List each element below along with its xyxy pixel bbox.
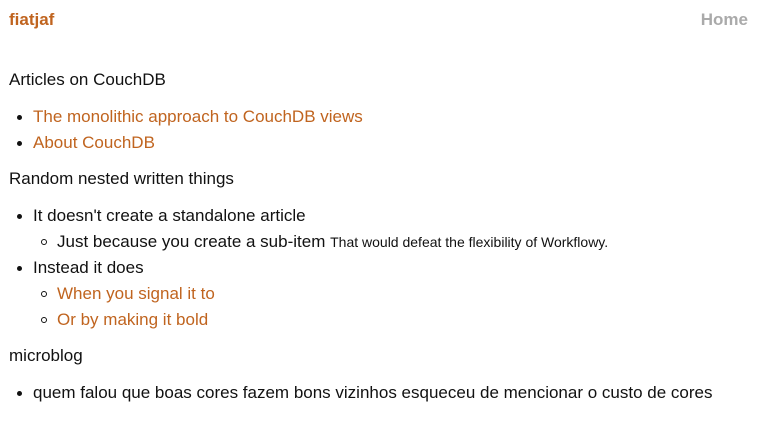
list-item: About CouchDB <box>9 130 749 156</box>
couchdb-article-list: The monolithic approach to CouchDB views… <box>9 104 749 156</box>
section-title-nested: Random nested written things <box>9 169 234 188</box>
site-brand-link[interactable]: fiatjaf <box>9 10 54 30</box>
home-link[interactable]: Home <box>701 10 748 30</box>
nested-link-bold[interactable]: Or by making it bold <box>57 310 208 329</box>
nested-sublist: Just because you create a sub-item That … <box>33 229 749 255</box>
section-title-microblog: microblog <box>9 346 83 365</box>
article-link-monolithic-views[interactable]: The monolithic approach to CouchDB views <box>33 107 363 126</box>
nested-sublist: When you signal it to Or by making it bo… <box>33 281 749 333</box>
article-link-about-couchdb[interactable]: About CouchDB <box>33 133 155 152</box>
microblog-entry-text: quem falou que boas cores fazem bons viz… <box>33 383 713 402</box>
nested-item-text: Instead it does <box>33 258 144 277</box>
nested-item-text: It doesn't create a standalone article <box>33 206 306 225</box>
list-item: It doesn't create a standalone article J… <box>9 203 749 255</box>
list-item: Just because you create a sub-item That … <box>33 229 749 255</box>
nested-link-signal[interactable]: When you signal it to <box>57 284 215 303</box>
nested-subitem-note: That would defeat the flexibility of Wor… <box>330 234 609 250</box>
list-item: Or by making it bold <box>33 307 749 333</box>
section-title-couchdb: Articles on CouchDB <box>9 70 166 89</box>
list-item: Instead it does When you signal it to Or… <box>9 255 749 333</box>
microblog-list: quem falou que boas cores fazem bons viz… <box>9 380 749 406</box>
list-item: When you signal it to <box>33 281 749 307</box>
list-item: quem falou que boas cores fazem bons viz… <box>9 380 749 406</box>
nested-list: It doesn't create a standalone article J… <box>9 203 749 333</box>
list-item: The monolithic approach to CouchDB views <box>9 104 749 130</box>
nested-subitem-text: Just because you create a sub-item <box>57 232 326 251</box>
main-content: Articles on CouchDB The monolithic appro… <box>9 70 749 406</box>
